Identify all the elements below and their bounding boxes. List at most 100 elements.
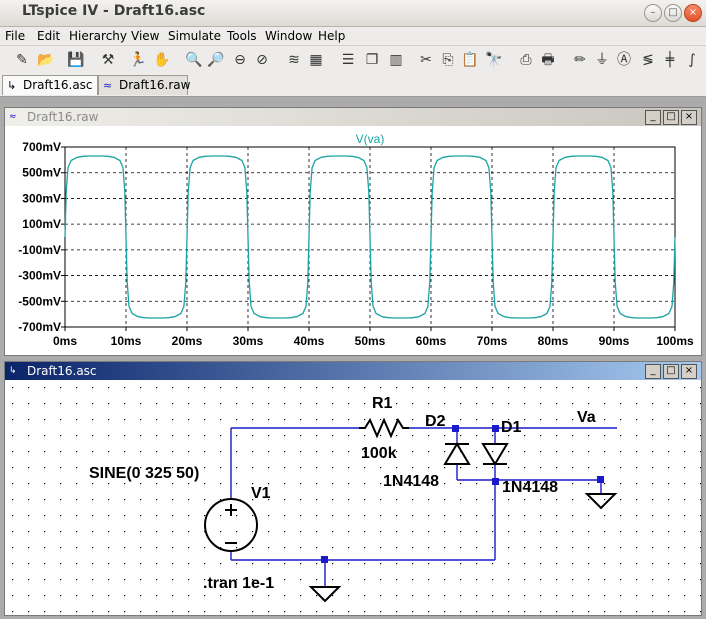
draw-wire-icon[interactable]: ✏ [570, 50, 590, 70]
schematic-icon: ↳ [9, 366, 17, 376]
y-tick-label: 700mV [22, 140, 61, 154]
spice-directive[interactable]: .tran 1e-1 [203, 575, 274, 592]
junction-dot [492, 478, 499, 485]
x-tick-label: 10ms [111, 334, 142, 348]
x-tick-label: 60ms [416, 334, 447, 348]
menu-help[interactable]: Help [318, 29, 345, 43]
x-tick-label: 90ms [599, 334, 630, 348]
zoom-fit-icon[interactable]: ⊖ [230, 50, 250, 70]
run-icon[interactable]: 🏃 [128, 50, 148, 70]
d1-name-label[interactable]: D1 [501, 419, 522, 436]
inductor-icon[interactable]: ∫ [682, 50, 702, 70]
save-icon[interactable]: 💾 [66, 50, 86, 70]
menu-bar: File Edit Hierarchy View Simulate Tools … [0, 27, 706, 45]
waveform-window-title: Draft16.raw [27, 110, 99, 124]
waveform-icon: ≈ [9, 112, 17, 122]
waveform-title-bar: ≈ Draft16.raw _ □ × [5, 108, 701, 126]
y-tick-label: -500mV [18, 294, 61, 308]
menu-edit[interactable]: Edit [37, 29, 60, 43]
cut-icon[interactable]: ✂ [416, 50, 436, 70]
x-tick-label: 20ms [172, 334, 203, 348]
resistor-icon[interactable]: ≶ [638, 50, 658, 70]
label-net-icon[interactable]: Ⓐ [614, 50, 634, 70]
junction-dot [492, 425, 499, 432]
maximize-button[interactable]: □ [663, 110, 679, 125]
find-icon[interactable]: 🔭 [484, 50, 504, 70]
tile-vertical-icon[interactable]: ▥ [386, 50, 406, 70]
open-icon[interactable]: 📂 [36, 50, 56, 70]
tab-schematic[interactable]: ↳ Draft16.asc [2, 75, 98, 95]
menu-tools[interactable]: Tools [227, 29, 257, 43]
junction-dot [597, 476, 604, 483]
d1-model-label[interactable]: 1N4148 [502, 479, 558, 496]
tab-label: Draft16.asc [23, 78, 93, 92]
print-setup-icon[interactable]: ⎙ [516, 50, 536, 70]
y-tick-label: -300mV [18, 269, 61, 283]
menu-hierarchy[interactable]: Hierarchy [69, 29, 127, 43]
grid-dots [5, 380, 701, 615]
junction-dot [321, 556, 328, 563]
toolbar: ✎ 📂 💾 ⚒ 🏃 ✋ 🔍 🔎 ⊖ ⊘ ≋ ▦ ☰ ❐ ▥ ✂ ⎘ 📋 🔭 ⎙ … [0, 46, 706, 75]
junction-dot [452, 425, 459, 432]
net-label-va[interactable]: Va [577, 409, 596, 426]
zoom-in-icon[interactable]: 🔍 [184, 50, 204, 70]
menu-simulate[interactable]: Simulate [168, 29, 221, 43]
x-tick-label: 50ms [355, 334, 386, 348]
fft-icon[interactable]: ▦ [306, 50, 326, 70]
minimize-button[interactable]: _ [645, 364, 661, 379]
x-tick-label: 0ms [53, 334, 77, 348]
menu-view[interactable]: View [131, 29, 159, 43]
zoom-out-icon[interactable]: 🔎 [206, 50, 226, 70]
schematic-icon: ↳ [7, 79, 17, 92]
waveform-window[interactable]: ≈ Draft16.raw _ □ × 0ms 10ms 20ms 30ms 40ms 5… [4, 107, 702, 356]
y-tick-label: 100mV [22, 217, 61, 231]
new-schematic-icon[interactable]: ✎ [12, 50, 32, 70]
app-title: LTspice IV - Draft16.asc [22, 3, 206, 19]
menu-window[interactable]: Window [265, 29, 312, 43]
print-icon[interactable]: 🖶 [538, 50, 558, 70]
minimize-button[interactable]: _ [645, 110, 661, 125]
trace-label[interactable]: V(va) [356, 132, 385, 146]
title-bar: LTspice IV - Draft16.asc – □ × [0, 0, 706, 27]
x-tick-label: 80ms [538, 334, 569, 348]
x-tick-label: 70ms [477, 334, 508, 348]
capacitor-icon[interactable]: ╪ [660, 50, 680, 70]
waveform-icon: ≈ [103, 79, 113, 92]
paste-icon[interactable]: 📋 [460, 50, 480, 70]
y-tick-label: -100mV [18, 243, 61, 257]
y-tick-label: -700mV [18, 320, 61, 334]
r1-name-label[interactable]: R1 [372, 395, 393, 412]
close-button[interactable]: × [684, 4, 702, 22]
copy-icon[interactable]: ⎘ [438, 50, 458, 70]
y-tick-label: 500mV [22, 166, 61, 180]
zoom-cancel-icon[interactable]: ⊘ [252, 50, 272, 70]
d2-name-label[interactable]: D2 [425, 413, 446, 430]
control-panel-icon[interactable]: ⚒ [98, 50, 118, 70]
schematic-window[interactable]: ↳ Draft16.asc _ □ × R1 100k D2 D1 Va 1N4… [4, 361, 702, 616]
v1-value-label[interactable]: SINE(0 325 50) [89, 465, 199, 482]
schematic-window-title: Draft16.asc [27, 364, 97, 378]
maximize-button[interactable]: □ [663, 364, 679, 379]
minimize-button[interactable]: – [644, 4, 662, 22]
autorange-icon[interactable]: ≋ [284, 50, 304, 70]
x-tick-label: 40ms [294, 334, 325, 348]
schematic-title-bar: ↳ Draft16.asc _ □ × [5, 362, 701, 380]
d2-model-label[interactable]: 1N4148 [383, 473, 439, 490]
v1-name-label[interactable]: V1 [251, 485, 271, 502]
halt-icon[interactable]: ✋ [152, 50, 172, 70]
r1-value-label[interactable]: 100k [361, 445, 397, 462]
tile-horizontal-icon[interactable]: ☰ [338, 50, 358, 70]
y-tick-label: 300mV [22, 191, 61, 205]
ground-icon[interactable]: ⏚ [592, 50, 612, 70]
tab-waveform[interactable]: ≈ Draft16.raw [98, 75, 191, 95]
tab-label: Draft16.raw [119, 78, 191, 92]
cascade-icon[interactable]: ❐ [362, 50, 382, 70]
close-button[interactable]: × [681, 110, 697, 125]
close-button[interactable]: × [681, 364, 697, 379]
schematic-canvas[interactable]: R1 100k D2 D1 Va 1N4148 1N4148 SINE(0 32… [5, 380, 701, 615]
waveform-plot[interactable]: 0ms 10ms 20ms 30ms 40ms 50ms 60ms 70ms 80ms 90ms 1… [5, 126, 701, 355]
maximize-button[interactable]: □ [664, 4, 682, 22]
x-tick-label: 100ms [656, 334, 694, 348]
menu-file[interactable]: File [5, 29, 25, 43]
x-tick-label: 30ms [233, 334, 264, 348]
